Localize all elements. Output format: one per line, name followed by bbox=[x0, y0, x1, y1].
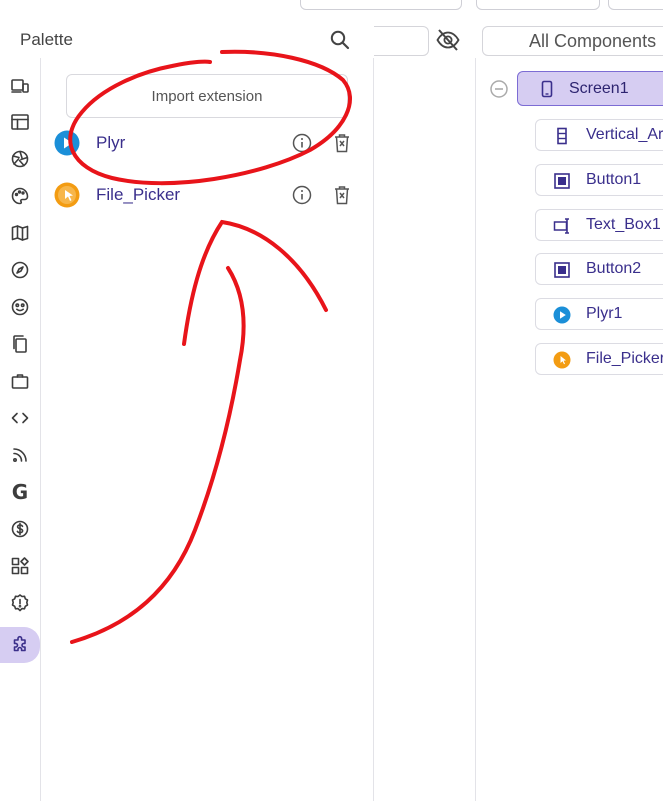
rss-icon[interactable] bbox=[4, 440, 36, 470]
maps-icon[interactable] bbox=[4, 218, 36, 248]
button-icon bbox=[553, 261, 571, 279]
palette-panel bbox=[40, 58, 374, 801]
file-picker-logo bbox=[54, 182, 80, 208]
tree-item-vertical-arrangement[interactable]: Vertical_Ar bbox=[535, 119, 663, 151]
extension-row-file-picker[interactable]: File_Picker bbox=[54, 180, 364, 210]
eye-off-icon[interactable] bbox=[435, 28, 461, 52]
tree-item-button2[interactable]: Button2 bbox=[535, 253, 663, 285]
palette-category-rail: G bbox=[0, 58, 41, 801]
tree-item-label: Button2 bbox=[586, 260, 642, 277]
button-icon bbox=[553, 172, 571, 190]
toolbar-pill[interactable] bbox=[476, 0, 600, 10]
vertical-arrangement-icon bbox=[553, 127, 571, 145]
tree-item-screen1[interactable]: Screen1 bbox=[517, 71, 663, 106]
google-icon[interactable]: G bbox=[4, 477, 36, 507]
widgets-icon[interactable] bbox=[4, 551, 36, 581]
extension-name: File_Picker bbox=[96, 185, 181, 204]
tree-item-label: Vertical_Ar bbox=[586, 126, 663, 143]
google-glyph: G bbox=[11, 480, 29, 504]
tree-item-label: Button1 bbox=[586, 171, 642, 188]
extension-name: Plyr bbox=[96, 133, 126, 152]
delete-icon[interactable] bbox=[332, 184, 352, 206]
connectivity-icon[interactable] bbox=[4, 366, 36, 396]
tree-item-button1[interactable]: Button1 bbox=[535, 164, 663, 196]
experimental-icon[interactable] bbox=[4, 588, 36, 618]
viewer-input[interactable] bbox=[374, 26, 429, 56]
media-icon[interactable] bbox=[4, 144, 36, 174]
info-icon[interactable] bbox=[292, 185, 312, 205]
sensors-icon[interactable] bbox=[4, 255, 36, 285]
delete-icon[interactable] bbox=[332, 132, 352, 154]
tree-item-label: Text_Box1 bbox=[586, 216, 661, 233]
social-icon[interactable] bbox=[4, 292, 36, 322]
toolbar-pill[interactable] bbox=[300, 0, 462, 10]
storage-icon[interactable] bbox=[4, 329, 36, 359]
drawing-icon[interactable] bbox=[4, 181, 36, 211]
textbox-icon bbox=[553, 217, 571, 235]
layout-icon[interactable] bbox=[4, 107, 36, 137]
tree-item-label: File_Picker bbox=[586, 350, 663, 367]
tree-item-text-box1[interactable]: Text_Box1 bbox=[535, 209, 663, 241]
info-icon[interactable] bbox=[292, 133, 312, 153]
search-icon[interactable] bbox=[328, 28, 352, 52]
plyr-logo bbox=[553, 306, 571, 324]
palette-title: Palette bbox=[20, 30, 73, 49]
lego-icon[interactable] bbox=[4, 403, 36, 433]
tree-item-file-picker[interactable]: File_Picker bbox=[535, 343, 663, 375]
toolbar-pill[interactable] bbox=[608, 0, 663, 10]
user-interface-icon[interactable] bbox=[4, 71, 36, 101]
plyr-logo bbox=[54, 130, 80, 156]
import-extension-button[interactable]: Import extension bbox=[66, 74, 348, 118]
phone-icon bbox=[538, 80, 556, 98]
monetization-icon[interactable] bbox=[4, 514, 36, 544]
file-picker-logo bbox=[553, 351, 571, 369]
panel-divider bbox=[475, 58, 476, 801]
tree-item-label: Plyr1 bbox=[586, 305, 623, 322]
extension-row-plyr[interactable]: Plyr bbox=[54, 128, 364, 158]
tree-item-plyr1[interactable]: Plyr1 bbox=[535, 298, 663, 330]
tree-item-label: Screen1 bbox=[569, 80, 629, 97]
component-filter-select[interactable]: All Components bbox=[482, 26, 663, 56]
extension-icon[interactable] bbox=[0, 627, 40, 663]
collapse-icon[interactable] bbox=[489, 79, 509, 99]
